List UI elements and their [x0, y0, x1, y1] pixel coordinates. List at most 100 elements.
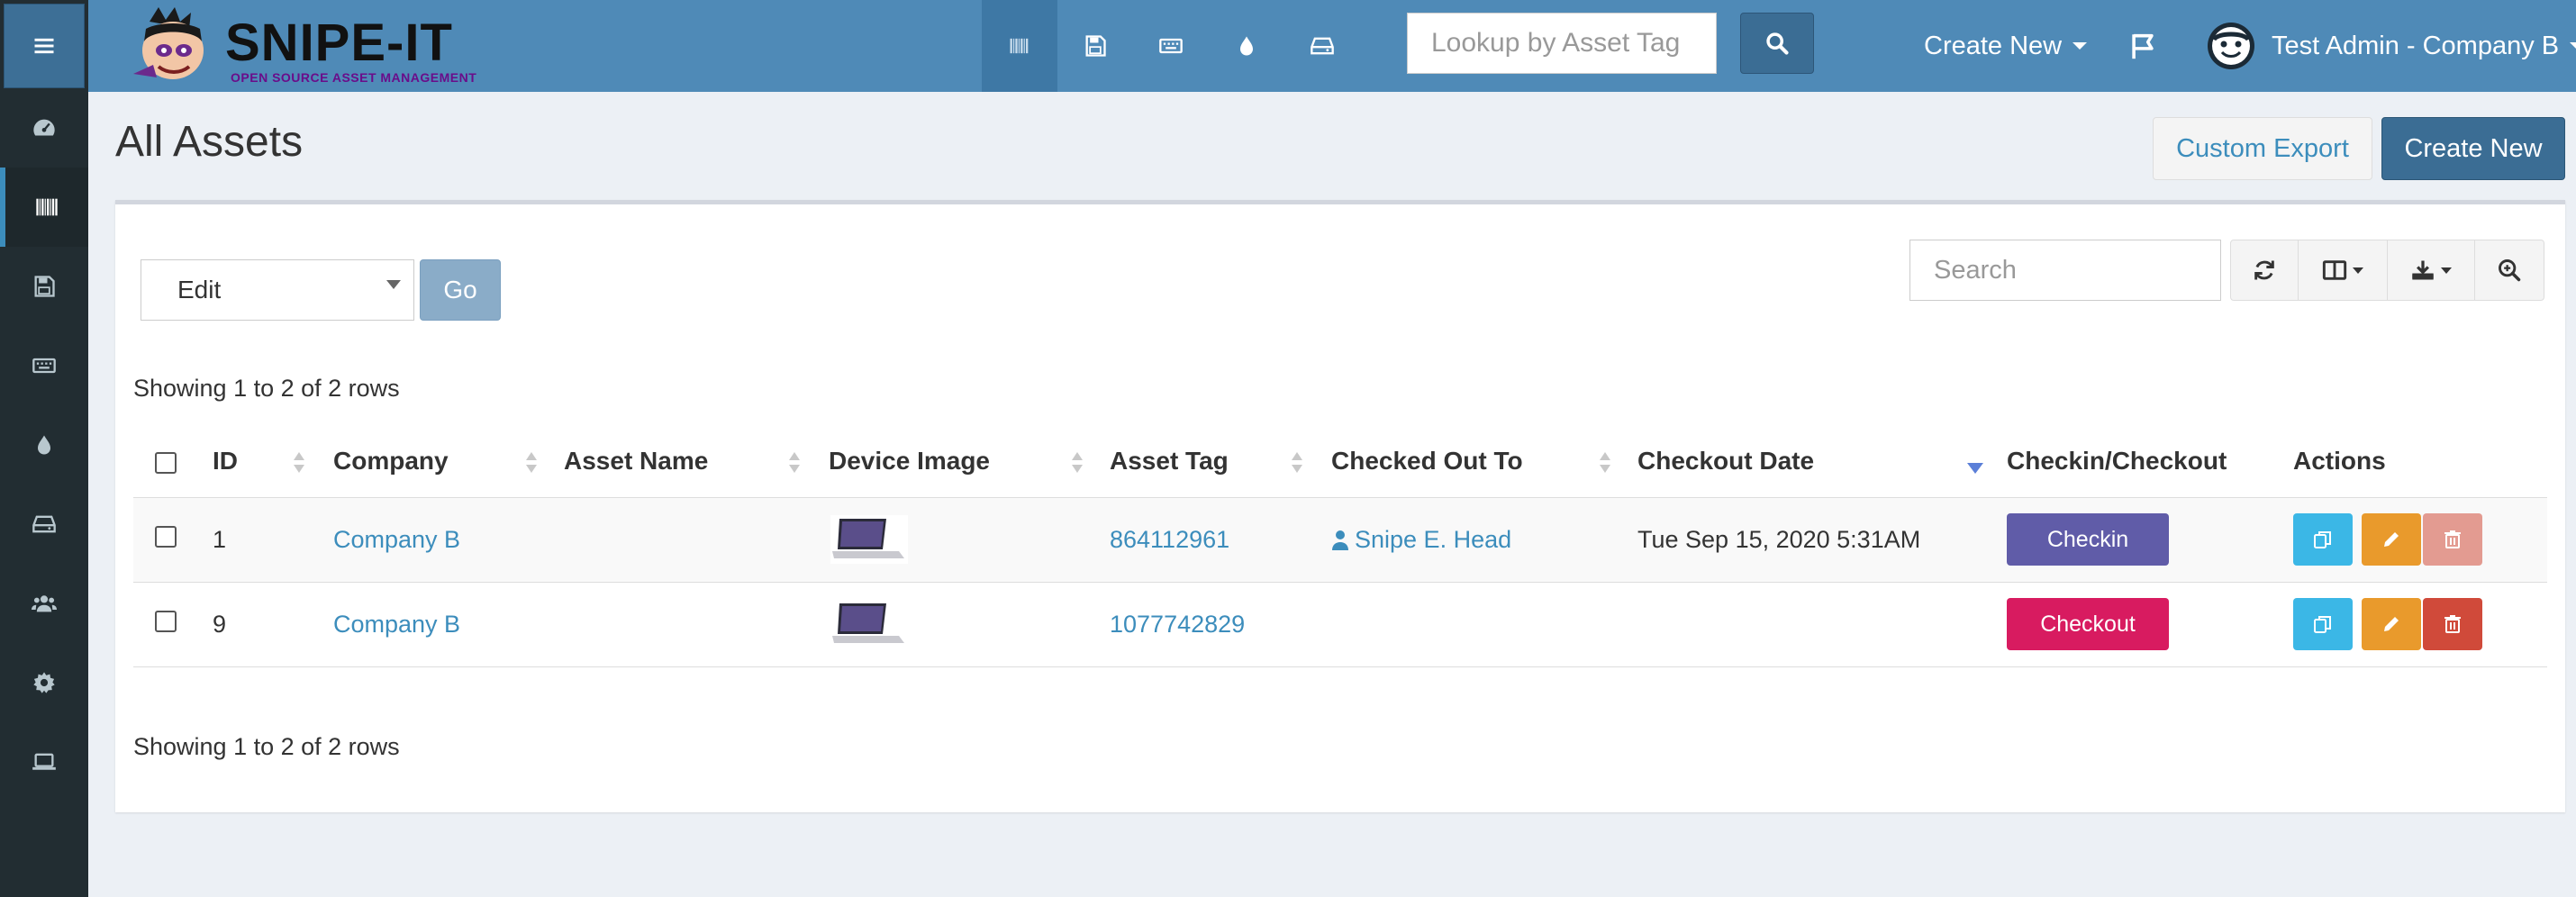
- row-checkbox[interactable]: [155, 611, 177, 632]
- search-icon: [1766, 32, 1789, 55]
- laptop-image-icon[interactable]: [830, 515, 908, 564]
- column-header-id[interactable]: ID: [213, 447, 238, 476]
- column-header-company[interactable]: Company: [333, 447, 449, 476]
- dashboard-icon: [33, 119, 55, 136]
- delete-button[interactable]: [2423, 513, 2482, 566]
- columns-button[interactable]: [2298, 240, 2388, 301]
- table-search-input[interactable]: Search: [1909, 240, 2221, 301]
- flag-icon[interactable]: [2127, 31, 2158, 61]
- cell-company-link[interactable]: Company B: [333, 526, 460, 554]
- table-bottom-border: [133, 666, 2547, 667]
- create-new-dropdown[interactable]: Create New: [1924, 0, 2088, 92]
- asset-tag-lookup-input[interactable]: Lookup by Asset Tag: [1407, 13, 1717, 74]
- hamburger-icon: [34, 38, 54, 54]
- keyboard-icon: [1159, 38, 1183, 54]
- laptop-image-icon[interactable]: [830, 600, 908, 648]
- select-all-checkbox[interactable]: [155, 452, 177, 474]
- snipe-it-logo[interactable]: SNIPE-IT OPEN SOURCE ASSET MANAGEMENT: [122, 4, 519, 88]
- sidebar-item-assets[interactable]: [0, 168, 88, 247]
- trash-icon: [2444, 530, 2461, 548]
- checkin-button[interactable]: Checkin: [2007, 513, 2169, 566]
- pencil-icon: [2384, 617, 2399, 631]
- sidebar-item-accessories[interactable]: [0, 326, 88, 405]
- barcode-icon: [36, 198, 58, 216]
- sort-icon: [1072, 452, 1083, 476]
- sort-icon: [1600, 452, 1610, 476]
- mascot-logo-icon: [133, 7, 204, 79]
- create-new-button[interactable]: Create New: [2381, 117, 2565, 180]
- clone-button[interactable]: [2293, 513, 2353, 566]
- row-checkbox[interactable]: [155, 526, 177, 548]
- tint-icon: [1240, 36, 1253, 56]
- nav-licenses[interactable]: [1057, 0, 1133, 92]
- edit-button[interactable]: [2362, 513, 2421, 566]
- zoom-in-icon: [2499, 259, 2521, 282]
- clone-icon: [2314, 531, 2331, 548]
- column-header-asset-tag[interactable]: Asset Tag: [1110, 447, 1229, 476]
- chevron-down-icon: [386, 280, 401, 289]
- edit-button[interactable]: [2362, 598, 2421, 650]
- sidebar-item-licenses[interactable]: [0, 247, 88, 326]
- export-button[interactable]: [2387, 240, 2475, 301]
- clone-icon: [2314, 616, 2331, 633]
- cell-checked-out-to-link[interactable]: Snipe E. Head: [1355, 526, 1511, 554]
- sidebar-item-dashboard[interactable]: [0, 88, 88, 168]
- top-nav-icons: [982, 0, 1360, 92]
- checkout-button[interactable]: Checkout: [2007, 598, 2169, 650]
- sidebar-item-settings[interactable]: [0, 643, 88, 722]
- sidebar-item-people[interactable]: [0, 564, 88, 643]
- sidebar-toggle-button[interactable]: [4, 4, 85, 88]
- delete-button[interactable]: [2423, 598, 2482, 650]
- create-new-label: Create New: [1924, 31, 2063, 60]
- page-title: All Assets: [115, 118, 304, 166]
- chevron-down-icon: [2353, 267, 2363, 274]
- hdd-icon: [1311, 37, 1334, 55]
- go-button[interactable]: Go: [420, 259, 501, 321]
- save-icon: [34, 276, 55, 297]
- sort-icon: [526, 452, 537, 476]
- laptop-icon: [32, 753, 56, 770]
- pagination-info-bottom: Showing 1 to 2 of 2 rows: [133, 733, 400, 760]
- column-header-checkin-checkout: Checkin/Checkout: [2007, 447, 2227, 475]
- refresh-button[interactable]: [2230, 240, 2299, 301]
- table-row: [133, 582, 2547, 666]
- column-header-checkout-date[interactable]: Checkout Date: [1637, 447, 1814, 476]
- pagination-info-top: Showing 1 to 2 of 2 rows: [133, 375, 400, 402]
- nav-assets[interactable]: [982, 0, 1057, 92]
- save-icon: [1085, 35, 1106, 57]
- cell-company-link[interactable]: Company B: [333, 611, 460, 639]
- cell-checkout-date: Tue Sep 15, 2020 5:31AM: [1637, 526, 1921, 553]
- cell-asset-tag-link[interactable]: 864112961: [1110, 526, 1229, 554]
- bulk-action-select[interactable]: Edit: [141, 259, 414, 321]
- sort-icon: [789, 452, 800, 476]
- column-header-asset-name[interactable]: Asset Name: [564, 447, 708, 476]
- sort-icon: [1292, 452, 1302, 476]
- trash-icon: [2444, 615, 2461, 633]
- chevron-down-icon: [2570, 42, 2576, 50]
- clone-button[interactable]: [2293, 598, 2353, 650]
- sort-desc-icon: [1967, 463, 1983, 474]
- column-header-checked-out-to[interactable]: Checked Out To: [1331, 447, 1523, 476]
- nav-accessories[interactable]: [1133, 0, 1209, 92]
- download-icon: [2412, 260, 2434, 280]
- app-tagline: OPEN SOURCE ASSET MANAGEMENT: [231, 70, 477, 85]
- lookup-search-button[interactable]: [1740, 13, 1814, 74]
- sidebar-item-components[interactable]: [0, 485, 88, 564]
- sidebar-item-requestable[interactable]: [0, 722, 88, 802]
- chevron-down-icon: [2441, 267, 2452, 274]
- nav-components[interactable]: [1284, 0, 1360, 92]
- custom-export-button[interactable]: Custom Export: [2153, 117, 2372, 180]
- app-name: SNIPE-IT: [225, 14, 453, 72]
- advanced-search-button[interactable]: [2474, 240, 2544, 301]
- cell-asset-tag-link[interactable]: 1077742829: [1110, 611, 1245, 639]
- user-name: Test Admin - Company B: [2272, 31, 2560, 60]
- tint-icon: [38, 435, 50, 455]
- column-header-actions: Actions: [2293, 447, 2386, 475]
- sort-icon: [294, 452, 304, 476]
- columns-icon: [2322, 260, 2347, 280]
- sidebar-item-consumables[interactable]: [0, 405, 88, 485]
- user-menu[interactable]: Test Admin - Company B: [2272, 0, 2576, 92]
- user-avatar-icon[interactable]: [2207, 22, 2255, 70]
- column-header-device-image[interactable]: Device Image: [829, 447, 990, 476]
- nav-consumables[interactable]: [1209, 0, 1284, 92]
